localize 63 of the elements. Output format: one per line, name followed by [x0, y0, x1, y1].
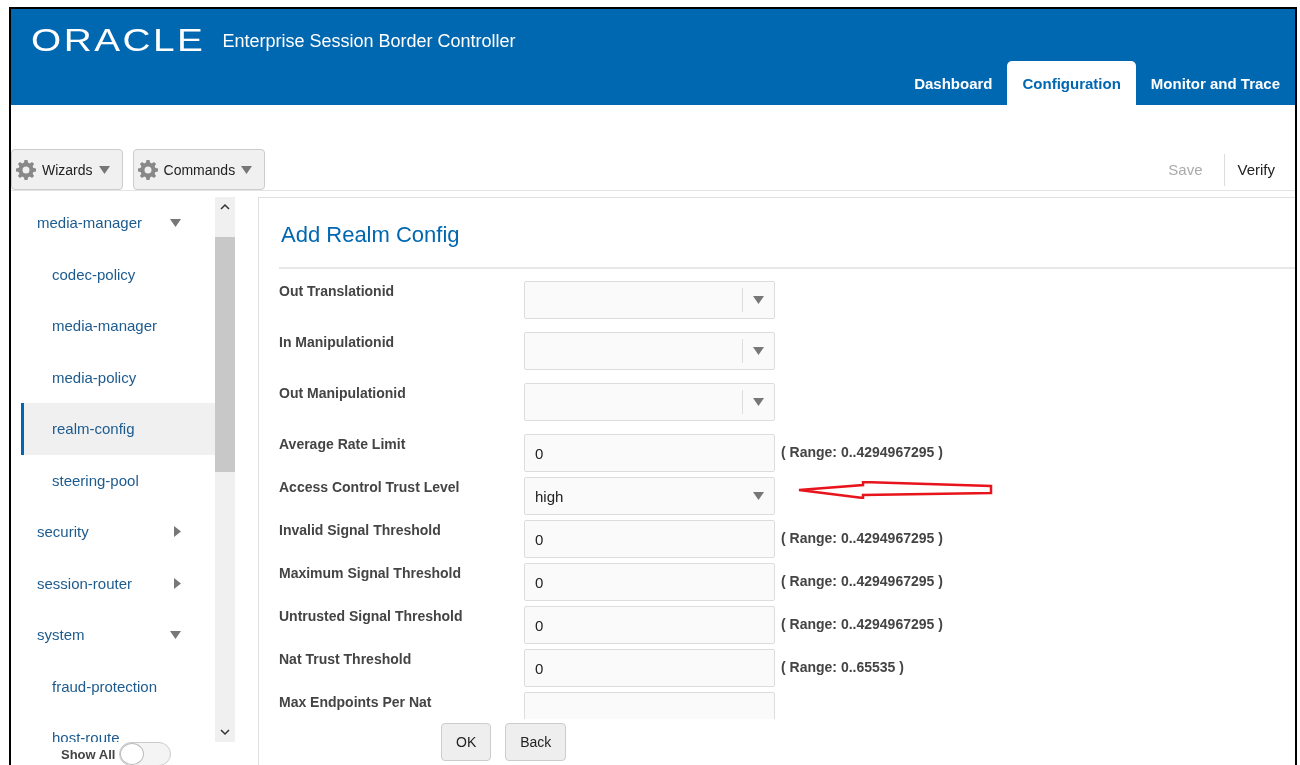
- caret-icon: [98, 165, 110, 174]
- form-button[interactable]: Back: [505, 723, 567, 761]
- range-hint: ( Range: 0..4294967295 ): [781, 615, 943, 632]
- gear-icon: [16, 159, 36, 180]
- select-field[interactable]: [524, 383, 775, 421]
- menu-button[interactable]: Wizards: [11, 149, 123, 190]
- scrollbar[interactable]: [215, 197, 235, 742]
- range-hint: ( Range: 0..65535 ): [781, 658, 904, 675]
- field-label: Average Rate Limit: [279, 435, 407, 452]
- sidebar-group[interactable]: security: [21, 506, 215, 558]
- field-label: In Manipulationid: [279, 333, 396, 350]
- caret-right-icon: [174, 577, 181, 589]
- gear-icon: [137, 159, 158, 180]
- caret-icon: [241, 165, 253, 174]
- sidebar-item[interactable]: steering-pool: [21, 454, 215, 506]
- sidebar-item[interactable]: realm-config: [21, 403, 215, 455]
- caret-down-icon: [170, 630, 181, 639]
- scroll-up-icon[interactable]: [220, 203, 230, 210]
- nav-tab[interactable]: Monitor and Trace: [1135, 61, 1295, 105]
- nav-tab[interactable]: Dashboard: [899, 61, 1008, 105]
- show-all-label: Show All: [61, 746, 116, 762]
- nav-tab[interactable]: Configuration: [1007, 61, 1136, 105]
- sidebar-item[interactable]: media-manager: [21, 300, 215, 352]
- scroll-down-icon[interactable]: [220, 729, 230, 736]
- input-field[interactable]: 0: [524, 606, 775, 644]
- select-field[interactable]: [524, 332, 775, 370]
- range-hint: ( Range: 0..4294967295 ): [781, 443, 943, 460]
- field-label: Invalid Signal Threshold: [279, 521, 442, 538]
- input-field[interactable]: 0: [524, 520, 775, 558]
- range-hint: ( Range: 0..4294967295 ): [781, 572, 943, 589]
- form-title: Add Realm Config: [279, 198, 1295, 269]
- sidebar-item[interactable]: fraud-protection: [21, 660, 215, 712]
- input-field[interactable]: [524, 692, 775, 719]
- form-button[interactable]: OK: [441, 723, 492, 761]
- sidebar-item[interactable]: codec-policy: [21, 248, 215, 300]
- caret-icon: [752, 492, 764, 500]
- product-title: Enterprise Session Border Controller: [222, 30, 516, 52]
- select-field[interactable]: [524, 281, 775, 319]
- sidebar-group[interactable]: system: [21, 609, 215, 661]
- sidebar-item[interactable]: media-policy: [21, 351, 215, 403]
- input-field[interactable]: 0: [524, 649, 775, 687]
- field-label: Maximum Signal Threshold: [279, 564, 463, 581]
- field-label: Nat Trust Threshold: [279, 650, 413, 667]
- logo: ORACLE: [31, 23, 206, 59]
- dropdown-field[interactable]: high: [524, 477, 775, 515]
- field-label: Max Endpoints Per Nat: [279, 693, 433, 710]
- caret-down-icon: [170, 218, 181, 227]
- menu-button[interactable]: Commands: [132, 149, 266, 190]
- range-hint: ( Range: 0..4294967295 ): [781, 529, 943, 546]
- sidebar-group[interactable]: media-manager: [21, 197, 215, 249]
- sidebar-group[interactable]: session-router: [21, 557, 215, 609]
- field-label: Untrusted Signal Threshold: [279, 607, 464, 624]
- action-button[interactable]: Verify: [1224, 153, 1287, 186]
- input-field[interactable]: 0: [524, 434, 775, 472]
- field-label: Access Control Trust Level: [279, 478, 461, 495]
- field-label: Out Manipulationid: [279, 384, 407, 401]
- toggle-switch[interactable]: [119, 742, 172, 765]
- caret-icon: [753, 347, 764, 355]
- caret-icon: [753, 398, 764, 406]
- field-label: Out Translationid: [279, 282, 396, 299]
- caret-icon: [753, 296, 764, 304]
- input-field[interactable]: 0: [524, 563, 775, 601]
- caret-right-icon: [174, 526, 181, 538]
